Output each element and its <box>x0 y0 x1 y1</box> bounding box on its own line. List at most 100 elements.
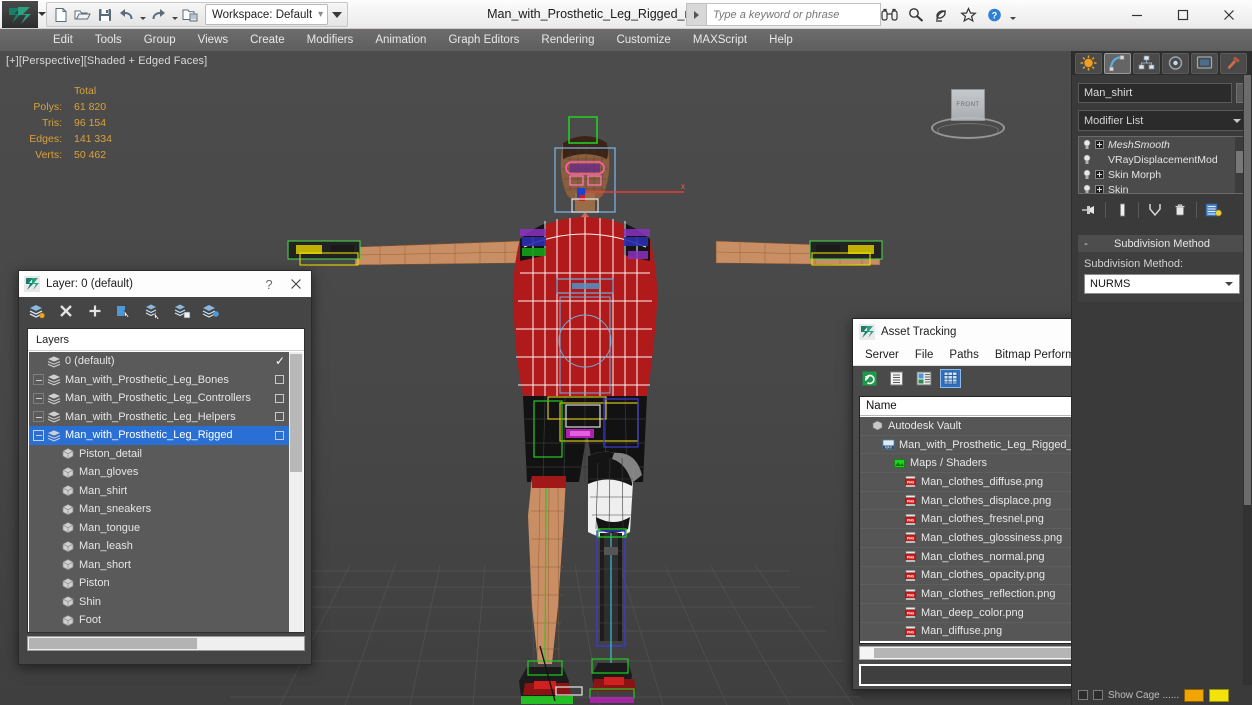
command-panel-scrollbar[interactable] <box>1243 75 1252 705</box>
hierarchy-tab[interactable] <box>1133 52 1160 74</box>
cage-color-swatch-1[interactable] <box>1184 688 1205 702</box>
refresh-button[interactable] <box>859 369 880 388</box>
layer-object-row[interactable]: Foot <box>29 611 291 630</box>
expand-toggle-icon[interactable] <box>33 392 44 404</box>
save-file-button[interactable] <box>94 4 115 25</box>
layer-list-hscroll-thumb[interactable] <box>29 638 197 649</box>
layer-hide-checkbox[interactable] <box>275 393 284 403</box>
open-file-button[interactable] <box>72 4 93 25</box>
create-tab[interactable] <box>1075 52 1102 74</box>
show-end-result-button[interactable] <box>1111 200 1133 220</box>
layer-object-row[interactable]: Piston_detail <box>29 445 291 464</box>
rollout-header[interactable]: - Subdivision Method <box>1078 235 1246 252</box>
redo-dropdown-button[interactable] <box>170 4 179 25</box>
layer-hide-checkbox[interactable] <box>275 375 284 385</box>
redo-button[interactable] <box>148 4 169 25</box>
minimize-button[interactable] <box>1114 0 1160 29</box>
modifier-stack-row[interactable]: VRayDisplacementMod <box>1079 152 1245 167</box>
menu-modifiers[interactable]: Modifiers <box>296 29 365 51</box>
modifier-list-dropdown[interactable]: Modifier List <box>1078 110 1246 131</box>
search-input[interactable] <box>706 3 881 26</box>
application-menu-button[interactable] <box>2 1 38 28</box>
asset-menu-server[interactable]: Server <box>857 345 907 366</box>
detail-view-button[interactable] <box>913 369 934 388</box>
modifier-stack-row[interactable]: Skin <box>1079 182 1245 193</box>
menu-help[interactable]: Help <box>758 29 804 51</box>
help-dropdown-button[interactable] <box>1008 4 1017 25</box>
expand-toggle-icon[interactable] <box>33 374 44 386</box>
modifier-stack[interactable]: MeshSmooth VRayDisplacementMod Skin Morph S… <box>1078 136 1246 194</box>
set-current-layer-button[interactable] <box>201 301 221 321</box>
layer-object-row[interactable]: Man_shirt <box>29 482 291 501</box>
menu-edit[interactable]: Edit <box>42 29 84 51</box>
expand-toggle-icon[interactable] <box>33 411 44 423</box>
expand-toggle-icon[interactable] <box>33 429 44 441</box>
select-objects-in-layer-button[interactable] <box>114 301 134 321</box>
delete-layer-button[interactable] <box>56 301 76 321</box>
expand-toggle-icon[interactable] <box>1095 185 1104 193</box>
layer-dialog-help-button[interactable]: ? <box>257 271 281 297</box>
subdivision-method-select[interactable]: NURMS <box>1084 274 1240 294</box>
asset-hscroll-thumb[interactable] <box>874 648 1082 658</box>
undo-dropdown-button[interactable] <box>138 4 147 25</box>
modifier-stack-row[interactable]: MeshSmooth <box>1079 137 1245 152</box>
layer-object-row[interactable]: Man_tongue <box>29 519 291 538</box>
menu-maxscript[interactable]: MAXScript <box>682 29 758 51</box>
search-expand-button[interactable] <box>686 3 706 26</box>
create-new-layer-button[interactable] <box>27 301 47 321</box>
viewport-label[interactable]: [+][Perspective][Shaded + Edged Faces] <box>6 55 207 67</box>
utilities-tab[interactable] <box>1220 52 1247 74</box>
workspace-selector[interactable]: Workspace: Default ▾ <box>205 4 329 25</box>
remove-modifier-button[interactable] <box>1169 200 1191 220</box>
layer-list-vertical-scrollbar[interactable] <box>289 352 303 632</box>
workspace-dropdown-button[interactable] <box>329 4 344 25</box>
layer-object-row[interactable]: Shin <box>29 593 291 612</box>
layer-object-row[interactable]: Hip <box>29 630 291 633</box>
asset-menu-paths[interactable]: Paths <box>941 345 986 366</box>
layer-dialog[interactable]: Layer: 0 (default) ? Layers 0 (default) … <box>18 270 312 665</box>
menu-create[interactable]: Create <box>239 29 296 51</box>
display-tab[interactable] <box>1191 52 1218 74</box>
set-project-folder-button[interactable] <box>180 4 201 25</box>
close-button[interactable] <box>1206 0 1252 29</box>
show-cage-checkbox[interactable] <box>1078 690 1088 700</box>
help-button[interactable]: ? <box>982 3 1006 26</box>
search-binoculars-button[interactable] <box>878 3 902 26</box>
layer-object-row[interactable]: Man_short <box>29 556 291 575</box>
layer-column-header[interactable]: Layers <box>28 329 304 351</box>
grid-view-button[interactable] <box>940 368 961 388</box>
command-panel-scroll-thumb[interactable] <box>1244 75 1251 505</box>
layer-object-row[interactable]: Man_gloves <box>29 463 291 482</box>
undo-button[interactable] <box>116 4 137 25</box>
menu-animation[interactable]: Animation <box>364 29 437 51</box>
layer-hide-checkbox[interactable] <box>275 412 284 422</box>
rollout-collapse-icon[interactable]: - <box>1078 238 1094 250</box>
add-selection-to-layer-button[interactable] <box>85 301 105 321</box>
layer-dialog-title-bar[interactable]: Layer: 0 (default) ? <box>19 271 311 297</box>
show-cage-checkbox-2[interactable] <box>1093 690 1103 700</box>
layer-object-row[interactable]: Piston <box>29 574 291 593</box>
view-cube[interactable]: FRONT <box>923 87 1011 149</box>
list-view-button[interactable] <box>886 369 907 388</box>
layer-row[interactable]: Man_with_Prosthetic_Leg_Helpers <box>29 408 291 427</box>
chevron-down-icon[interactable] <box>1225 282 1233 286</box>
motion-tab[interactable] <box>1162 52 1189 74</box>
object-name-input[interactable] <box>1078 83 1232 103</box>
menu-graph-editors[interactable]: Graph Editors <box>437 29 530 51</box>
layer-object-row[interactable]: Man_sneakers <box>29 500 291 519</box>
layer-row[interactable]: 0 (default) ✓ <box>29 352 291 371</box>
add-selected-to-highlighted-button[interactable] <box>172 301 192 321</box>
layer-list-scroll-thumb[interactable] <box>290 354 302 472</box>
layer-dialog-close-button[interactable] <box>281 271 311 297</box>
modify-tab[interactable] <box>1104 52 1131 74</box>
select-highlighted-layer-button[interactable] <box>143 301 163 321</box>
menu-group[interactable]: Group <box>133 29 187 51</box>
cage-color-swatch-2[interactable] <box>1209 688 1230 702</box>
layer-hide-checkbox[interactable] <box>275 430 284 440</box>
layer-row[interactable]: Man_with_Prosthetic_Leg_Rigged <box>29 426 291 445</box>
menu-rendering[interactable]: Rendering <box>530 29 605 51</box>
make-unique-button[interactable] <box>1144 200 1166 220</box>
communication-center-button[interactable] <box>930 3 954 26</box>
application-menu-caret-icon[interactable] <box>38 12 46 16</box>
layer-row[interactable]: Man_with_Prosthetic_Leg_Bones <box>29 371 291 390</box>
